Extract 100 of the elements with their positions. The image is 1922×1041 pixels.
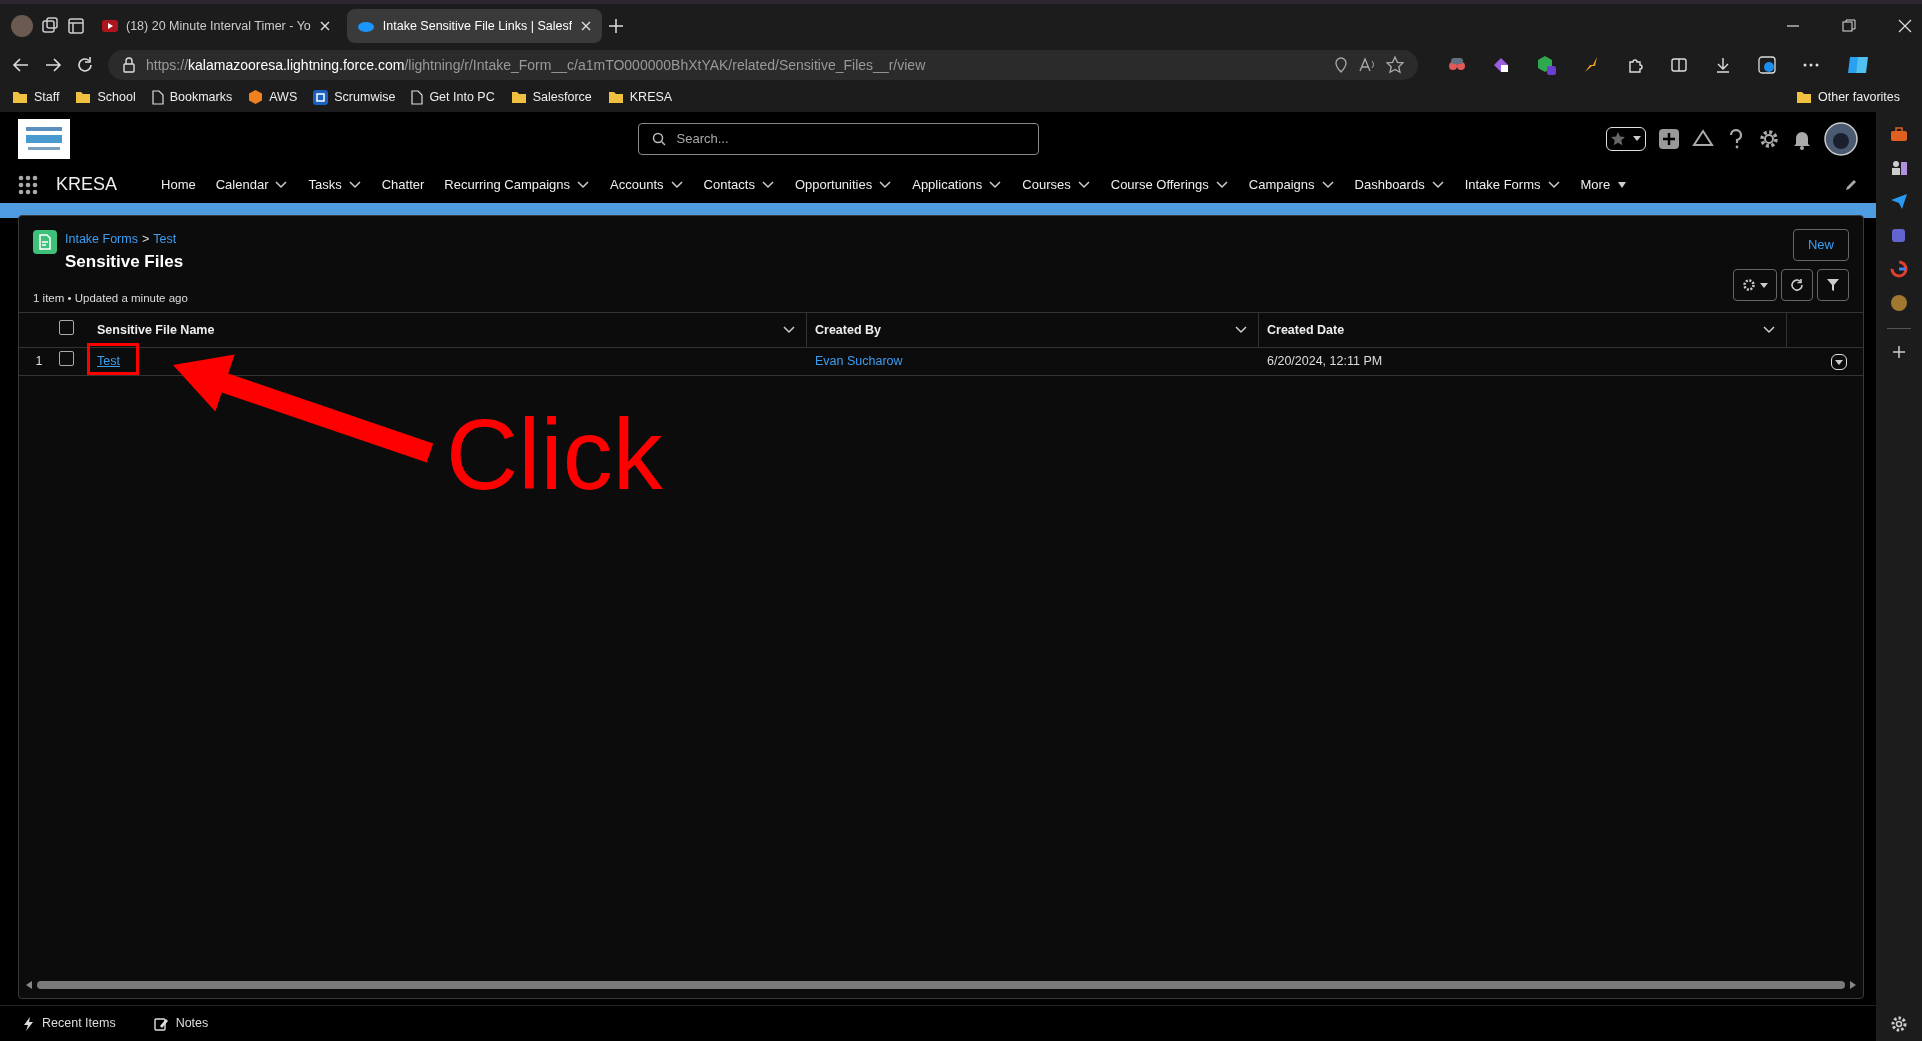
tab-actions-icon[interactable] — [66, 16, 86, 36]
location-pin-icon[interactable] — [1334, 57, 1348, 73]
column-header[interactable]: Created By — [807, 313, 1259, 347]
table-cell-text: 6/20/2024, 12:11 PM — [1266, 353, 1384, 371]
bookmark[interactable]: Other favorites — [1796, 87, 1900, 107]
pencil-icon[interactable] — [1844, 177, 1858, 192]
coin-icon[interactable] — [1890, 294, 1908, 312]
browser-tab[interactable]: (18) 20 Minute Interval Timer - Yo — [92, 9, 341, 43]
read-aloud-icon[interactable] — [1358, 57, 1376, 73]
row-actions-button[interactable] — [1831, 353, 1847, 370]
breadcrumb-separator: > — [141, 231, 150, 248]
document-icon — [33, 230, 57, 254]
nav-item[interactable]: Course Offerings — [1100, 166, 1239, 203]
search-field[interactable]: Search... — [637, 123, 1039, 155]
bookmark[interactable]: Get Into PC — [411, 87, 495, 107]
row-checkbox[interactable] — [59, 351, 74, 367]
nav-item[interactable]: Opportunities — [784, 166, 903, 203]
scroll-left-icon[interactable] — [25, 980, 33, 990]
refresh-button[interactable] — [1781, 269, 1813, 301]
new-button[interactable]: New — [1793, 229, 1849, 261]
close-icon[interactable] — [1898, 19, 1912, 33]
folder-icon — [607, 90, 624, 104]
close-icon[interactable] — [318, 20, 331, 32]
extensions-icon[interactable] — [1626, 56, 1644, 74]
breadcrumb-link[interactable]: Test — [153, 230, 177, 249]
nav-item[interactable]: Applications — [902, 166, 1013, 203]
split-screen-icon[interactable] — [1670, 56, 1688, 74]
address-bar[interactable]: https://kalamazooresa.lightning.force.com/lightning/r/Intake_Form__c/a1mTO000000BhXtYAK/related/Sensitive_Files__r/view — [108, 50, 1418, 80]
forward-icon[interactable] — [44, 56, 62, 74]
utility-item[interactable]: Notes — [147, 1013, 215, 1034]
user-link[interactable]: Evan Sucharow — [815, 354, 903, 369]
select-all-checkbox[interactable] — [59, 319, 74, 335]
settings-icon[interactable] — [1890, 1015, 1908, 1033]
avatar-icon[interactable] — [1824, 122, 1858, 156]
cloud-icon — [356, 20, 375, 32]
app-name: KRESA — [56, 173, 118, 196]
settings-icon[interactable] — [1758, 128, 1780, 150]
caret-icon — [1633, 136, 1641, 141]
favorites-button[interactable] — [1606, 127, 1646, 151]
close-icon[interactable] — [580, 20, 593, 32]
nav-item[interactable]: Contacts — [693, 166, 785, 203]
lightning-icon — [24, 1016, 34, 1031]
breadcrumb-link[interactable]: Intake Forms — [65, 230, 138, 249]
settings-button[interactable] — [1733, 269, 1777, 301]
add-icon[interactable] — [1658, 128, 1680, 150]
nav-item[interactable]: Recurring Campaigns — [434, 166, 601, 203]
new-tab-icon[interactable] — [608, 18, 625, 34]
cube-icon — [248, 89, 264, 105]
row-number: 1 — [34, 353, 44, 371]
star-icon[interactable] — [1386, 56, 1404, 74]
download-icon[interactable] — [1714, 56, 1732, 74]
browser-tab[interactable]: Intake Sensitive File Links | Salesf — [346, 9, 603, 43]
column-header[interactable]: Created Date — [1259, 313, 1787, 347]
filter-icon — [1826, 278, 1840, 292]
column-header[interactable]: Sensitive File Name — [89, 313, 807, 347]
bookmark[interactable]: AWS — [248, 87, 298, 107]
filter-button[interactable] — [1817, 269, 1849, 301]
nav-item[interactable]: Intake Forms — [1454, 166, 1571, 203]
bookmark[interactable]: Staff — [12, 87, 60, 107]
workspaces-icon[interactable] — [40, 16, 60, 36]
nav-item[interactable]: Chatter — [371, 166, 435, 203]
bookmark[interactable]: Scrumwise — [313, 87, 396, 107]
folder-icon — [12, 90, 28, 104]
scrollbar-thumb[interactable] — [37, 981, 1845, 989]
send-icon[interactable] — [1890, 192, 1908, 210]
bookmark[interactable]: Bookmarks — [151, 87, 233, 107]
notes-icon — [153, 1016, 168, 1031]
refresh-icon[interactable] — [76, 56, 94, 74]
list-title: Sensitive Files — [65, 250, 184, 273]
nav-item[interactable]: Courses — [1012, 166, 1101, 203]
app-launcher-icon[interactable] — [18, 174, 38, 195]
nav-item[interactable]: Campaigns — [1238, 166, 1345, 203]
search-icon — [651, 132, 666, 146]
bookmark[interactable]: School — [75, 87, 136, 107]
nav-item[interactable]: Home — [151, 166, 206, 203]
back-icon[interactable] — [12, 56, 30, 74]
nav-item[interactable]: Tasks — [298, 166, 372, 203]
lightning-icon[interactable] — [1582, 56, 1600, 74]
nav-item[interactable]: Calendar — [205, 166, 299, 203]
logo[interactable] — [18, 119, 70, 159]
lock-icon — [122, 57, 136, 73]
nav-item[interactable]: Dashboards — [1344, 166, 1455, 203]
nav-item[interactable]: More — [1570, 166, 1639, 203]
utility-item[interactable]: Recent Items — [18, 1013, 122, 1034]
hexagon-icon[interactable] — [1536, 55, 1556, 75]
refresh-icon — [1790, 278, 1804, 292]
bookmark[interactable]: KRESA — [607, 87, 673, 107]
page-icon — [151, 89, 164, 105]
list-meta: 1 item • Updated a minute ago — [33, 291, 188, 307]
folder-icon — [510, 90, 527, 104]
file-link[interactable]: Test — [97, 354, 120, 369]
settings-icon — [1742, 278, 1756, 292]
nav-item[interactable]: Accounts — [600, 166, 694, 203]
add-icon[interactable] — [1892, 345, 1906, 359]
caret-icon — [1760, 281, 1768, 289]
toolbox-icon[interactable] — [1890, 126, 1908, 142]
bookmark[interactable]: Salesforce — [510, 87, 592, 107]
folder-icon — [1796, 90, 1812, 104]
scroll-right-icon[interactable] — [1849, 980, 1857, 990]
restore-icon[interactable] — [1842, 19, 1856, 33]
